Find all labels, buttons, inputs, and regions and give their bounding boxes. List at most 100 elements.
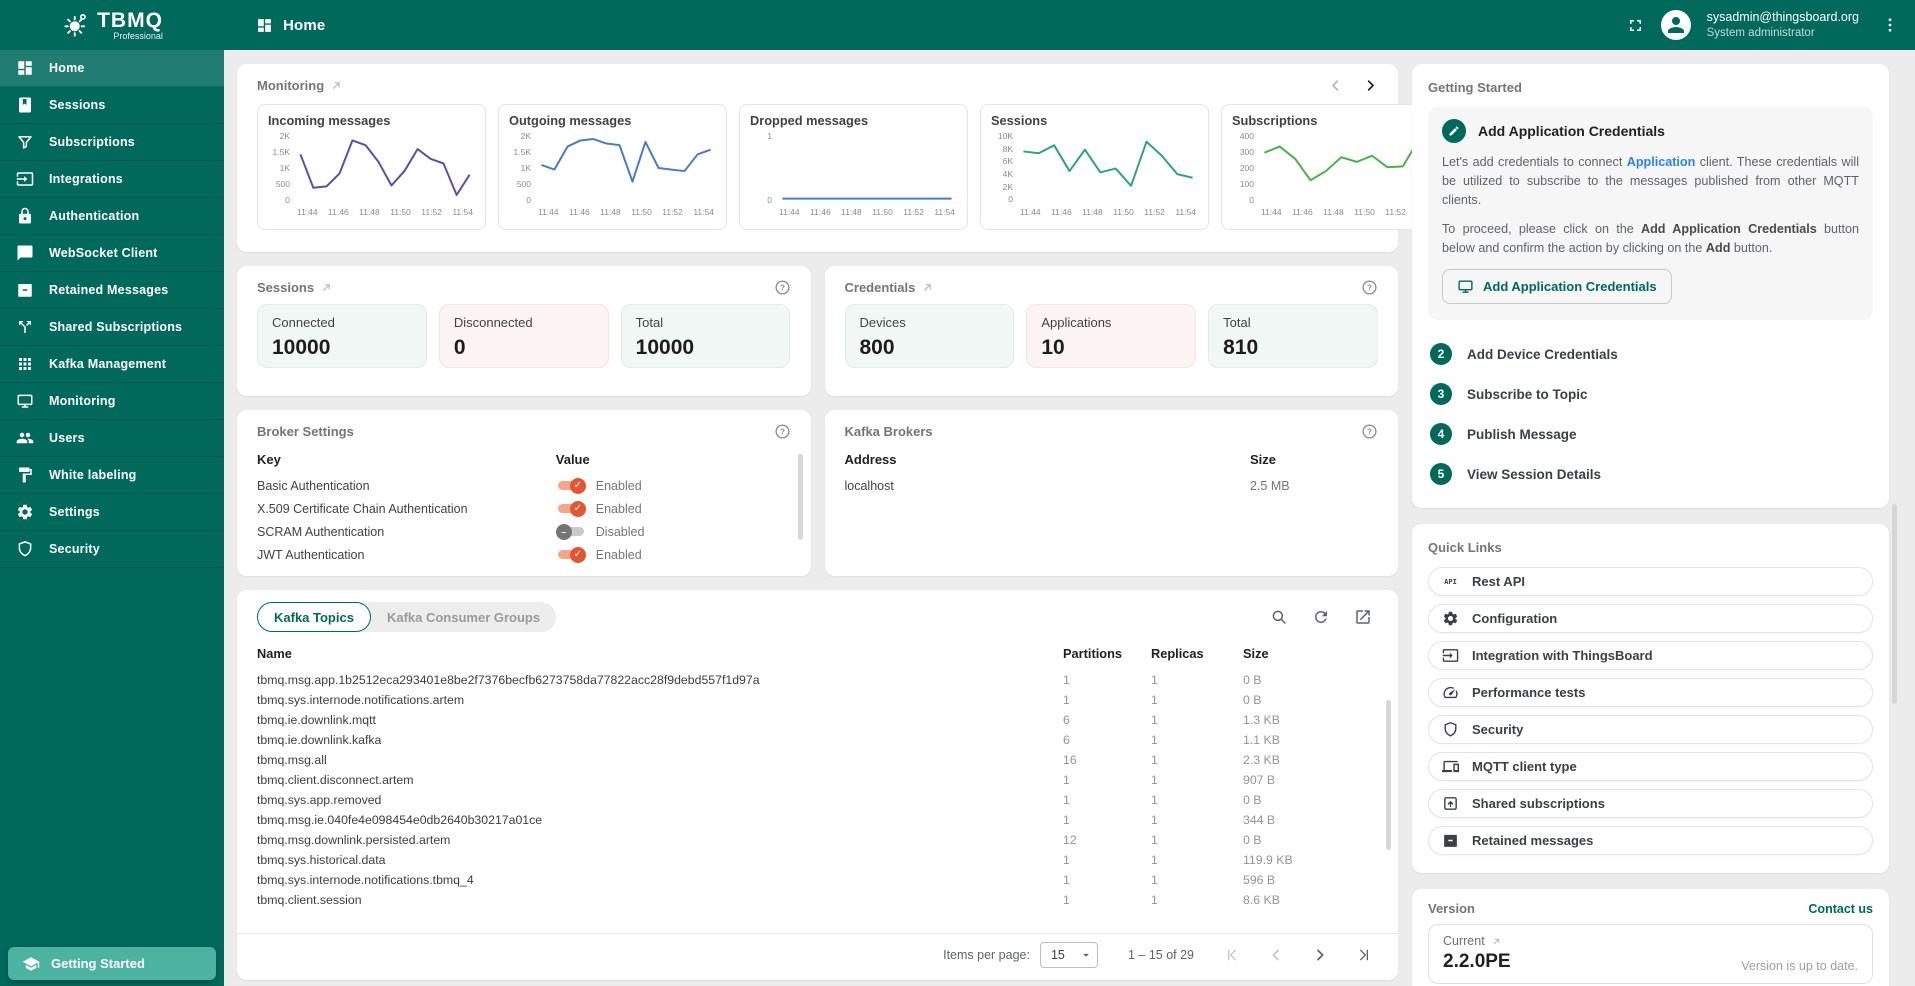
table-row[interactable]: tbmq.sys.historical.data11119.9 KB <box>257 850 1378 870</box>
info-icon[interactable] <box>396 114 410 128</box>
current-version-box[interactable]: Current 2.2.0PE Version is up to date. <box>1428 924 1873 984</box>
sidebar-item-kafka-management[interactable]: Kafka Management <box>0 346 224 383</box>
broker-settings-card: Broker Settings ? Key Value Basic Authen… <box>237 410 811 576</box>
step-add-application-credentials[interactable]: Add Application Credentials Let's add cr… <box>1428 107 1873 320</box>
sidebar-item-shared-subscriptions[interactable]: Shared Subscriptions <box>0 309 224 346</box>
carousel-prev-icon[interactable] <box>1328 78 1343 93</box>
sidebar-item-websocket-client[interactable]: WebSocket Client <box>0 235 224 272</box>
sidebar-item-monitoring[interactable]: Monitoring <box>0 383 224 420</box>
col-name[interactable]: Name <box>257 646 1063 661</box>
sessions-help-icon[interactable]: ? <box>774 279 791 296</box>
sidebar-item-retained-messages[interactable]: Retained Messages <box>0 272 224 309</box>
open-credentials-icon[interactable] <box>921 281 934 294</box>
quick-link-mqtt-client-type[interactable]: MQTT client type <box>1428 752 1873 781</box>
chart-tile-dropped-messages[interactable]: Dropped messages1011:4411:4611:4811:5011… <box>739 104 968 230</box>
toggle-switch[interactable] <box>556 547 586 563</box>
step-add-device-credentials[interactable]: 2Add Device Credentials <box>1428 334 1873 374</box>
sidebar-item-security[interactable]: Security <box>0 531 224 568</box>
items-per-page-select[interactable]: 15 <box>1040 942 1098 968</box>
avatar[interactable] <box>1661 10 1691 40</box>
quick-link-integration-with-thingsboard[interactable]: Integration with ThingsBoard <box>1428 641 1873 670</box>
step-publish-message[interactable]: 4Publish Message <box>1428 414 1873 454</box>
chart-tile-incoming-messages[interactable]: Incoming messages2K1.5K1K500011:4411:461… <box>257 104 486 230</box>
table-row[interactable]: tbmq.msg.ie.040fe4e098454e0db2640b30217a… <box>257 810 1378 830</box>
toggle-switch[interactable] <box>556 524 586 540</box>
search-icon[interactable] <box>1270 608 1288 626</box>
chart-tile-sessions[interactable]: Sessions10K8K6K4K2K011:4411:4611:4811:50… <box>980 104 1209 230</box>
scrollbar[interactable] <box>1892 504 1897 704</box>
scrollbar[interactable] <box>1386 700 1391 850</box>
refresh-icon[interactable] <box>1312 608 1330 626</box>
sidebar-item-home[interactable]: Home <box>0 50 224 87</box>
table-row[interactable]: tbmq.client.disconnect.artem11907 B <box>257 770 1378 790</box>
table-row[interactable]: tbmq.msg.app.1b2512eca293401e8be2f7376be… <box>257 670 1378 690</box>
table-row[interactable]: tbmq.sys.internode.notifications.tbmq_41… <box>257 870 1378 890</box>
carousel-next-icon[interactable] <box>1363 78 1378 93</box>
table-row[interactable]: tbmq.sys.app.removed110 B <box>257 790 1378 810</box>
open-sessions-icon[interactable] <box>320 281 333 294</box>
stat-tile-sessions-card-connected[interactable]: Connected10000 <box>257 304 427 368</box>
next-page-icon[interactable] <box>1312 947 1328 963</box>
last-page-icon[interactable] <box>1356 947 1372 963</box>
sidebar-item-users[interactable]: Users <box>0 420 224 457</box>
table-row[interactable]: tbmq.ie.downlink.mqtt611.3 KB <box>257 710 1378 730</box>
quick-link-retained-messages[interactable]: Retained messages <box>1428 826 1873 855</box>
chevron-down-icon <box>198 542 212 556</box>
brand-logo[interactable]: TBMQ Professional <box>0 0 224 50</box>
more-menu-icon[interactable] <box>1881 16 1899 34</box>
broker-settings-help-icon[interactable]: ? <box>774 423 791 440</box>
quick-link-shared-subscriptions[interactable]: Shared subscriptions <box>1428 789 1873 818</box>
sidebar: HomeSessionsSubscriptionsIntegrationsAut… <box>0 50 224 986</box>
stat-tile-sessions-card-total[interactable]: Total10000 <box>621 304 791 368</box>
scrollbar[interactable] <box>798 454 803 540</box>
col-size[interactable]: Size <box>1243 646 1378 661</box>
credentials-help-icon[interactable]: ? <box>1361 279 1378 296</box>
chart-title: Subscriptions <box>1232 113 1317 128</box>
open-in-new-icon[interactable] <box>1354 608 1372 626</box>
stat-tile-credentials-card-total[interactable]: Total810 <box>1208 304 1378 368</box>
toggle-switch[interactable] <box>556 478 586 494</box>
table-row[interactable]: tbmq.sys.internode.notifications.artem11… <box>257 690 1378 710</box>
sidebar-item-subscriptions[interactable]: Subscriptions <box>0 124 224 161</box>
open-monitoring-icon[interactable] <box>330 79 343 92</box>
chart-tile-outgoing-messages[interactable]: Outgoing messages2K1.5K1K500011:4411:461… <box>498 104 727 230</box>
sidebar-item-integrations[interactable]: Integrations <box>0 161 224 198</box>
sidebar-item-sessions[interactable]: Sessions <box>0 87 224 124</box>
contact-us-link[interactable]: Contact us <box>1808 902 1873 916</box>
tab-kafka-topics[interactable]: Kafka Topics <box>257 602 371 632</box>
sidebar-item-settings[interactable]: Settings <box>0 494 224 531</box>
toggle-switch[interactable] <box>556 501 586 517</box>
add-application-credentials-button[interactable]: Add Application Credentials <box>1442 269 1672 304</box>
quick-link-security[interactable]: Security <box>1428 715 1873 744</box>
col-replicas[interactable]: Replicas <box>1151 646 1243 661</box>
getting-started-button[interactable]: Getting Started <box>8 947 216 980</box>
table-row[interactable]: tbmq.client.session118.6 KB <box>257 890 1378 910</box>
table-row[interactable]: tbmq.msg.all1612.3 KB <box>257 750 1378 770</box>
stat-tile-credentials-card-applications[interactable]: Applications10 <box>1026 304 1196 368</box>
quick-link-configuration[interactable]: Configuration <box>1428 604 1873 633</box>
info-icon[interactable] <box>1323 114 1337 128</box>
sidebar-item-white-labeling[interactable]: White labeling <box>0 457 224 494</box>
fullscreen-icon[interactable] <box>1626 16 1645 35</box>
first-page-icon[interactable] <box>1224 947 1240 963</box>
info-icon[interactable] <box>874 114 888 128</box>
kafka-broker-row[interactable]: localhost 2.5 MB <box>845 474 1379 497</box>
user-info[interactable]: sysadmin@thingsboard.org System administ… <box>1707 10 1859 40</box>
table-row[interactable]: tbmq.msg.downlink.persisted.artem1210 B <box>257 830 1378 850</box>
step-subscribe-to-topic[interactable]: 3Subscribe to Topic <box>1428 374 1873 414</box>
prev-page-icon[interactable] <box>1268 947 1284 963</box>
quick-link-performance-tests[interactable]: Performance tests <box>1428 678 1873 707</box>
tab-kafka-consumer-groups[interactable]: Kafka Consumer Groups <box>371 602 556 632</box>
col-partitions[interactable]: Partitions <box>1063 646 1151 661</box>
info-icon[interactable] <box>637 114 651 128</box>
stat-tile-sessions-card-disconnected[interactable]: Disconnected0 <box>439 304 609 368</box>
credentials-stats: Devices800Applications10Total810 <box>845 304 1379 368</box>
application-link[interactable]: Application <box>1627 155 1696 169</box>
table-row[interactable]: tbmq.ie.downlink.kafka611.1 KB <box>257 730 1378 750</box>
quick-link-rest-api[interactable]: APIRest API <box>1428 567 1873 596</box>
stat-tile-credentials-card-devices[interactable]: Devices800 <box>845 304 1015 368</box>
sidebar-item-authentication[interactable]: Authentication <box>0 198 224 235</box>
info-icon[interactable] <box>1053 114 1067 128</box>
kafka-brokers-help-icon[interactable]: ? <box>1361 423 1378 440</box>
step-view-session-details[interactable]: 5View Session Details <box>1428 454 1873 494</box>
